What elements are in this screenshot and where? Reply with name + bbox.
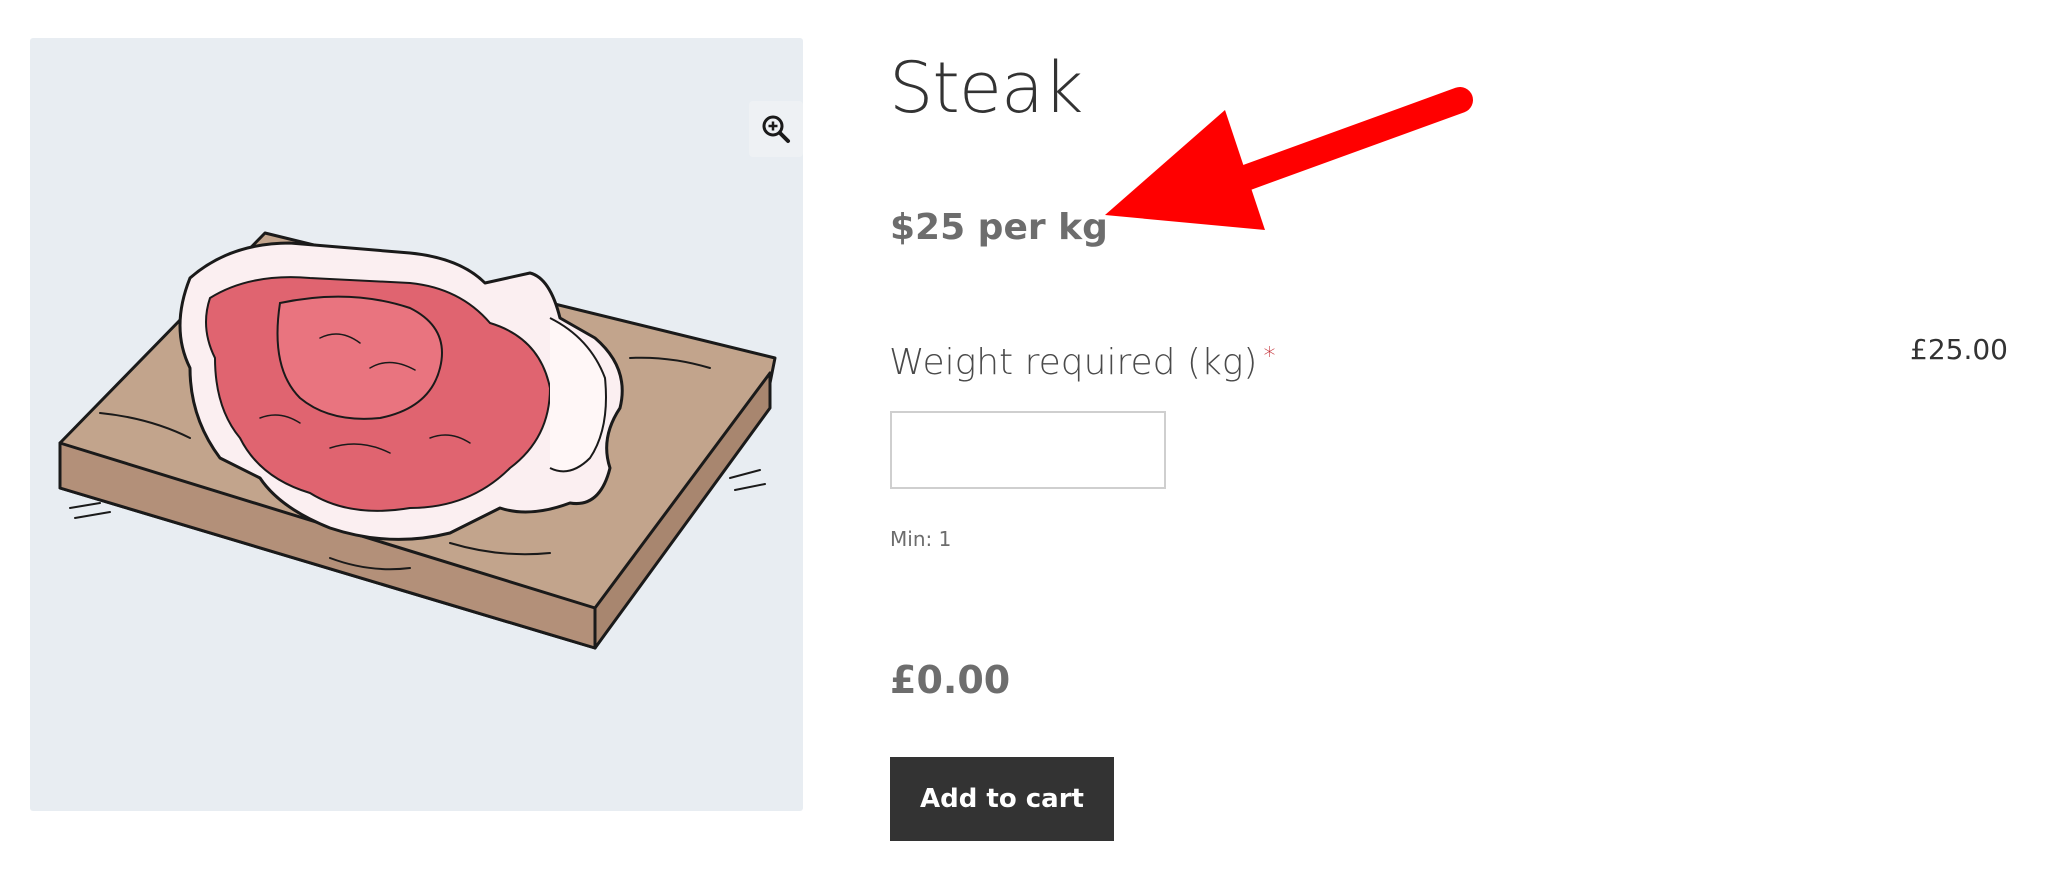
add-to-cart-button[interactable]: Add to cart: [890, 757, 1114, 841]
zoom-in-icon: [762, 115, 790, 143]
weight-input[interactable]: [890, 411, 1166, 489]
red-arrow-annotation: [1105, 87, 1473, 230]
price-per-unit: $25 per kg: [890, 207, 1108, 248]
product-image[interactable]: [30, 38, 803, 811]
required-mark: *: [1263, 342, 1276, 370]
zoom-button[interactable]: [749, 101, 803, 157]
product-page: Steak $25 per kg Weight required (kg) * £…: [0, 0, 2048, 872]
product-gallery: [30, 38, 803, 811]
min-note: Min: 1: [890, 527, 952, 551]
weight-label: Weight required (kg) *: [889, 328, 1275, 391]
field-price: £25.00: [1910, 333, 2008, 366]
weight-label-text: Weight required (kg): [889, 342, 1258, 383]
total-price: £0.00: [890, 658, 1011, 702]
product-title: Steak: [889, 47, 1083, 129]
